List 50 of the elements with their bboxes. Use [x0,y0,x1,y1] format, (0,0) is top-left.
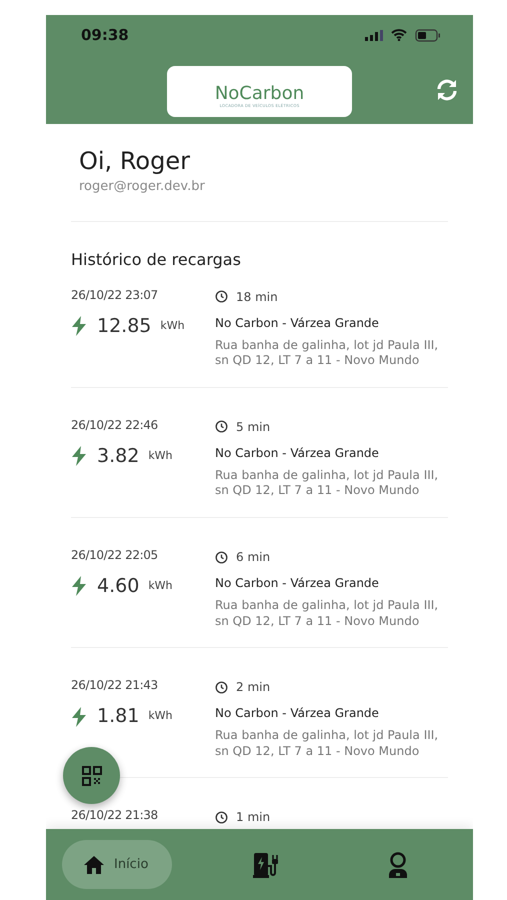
lightning-icon [71,446,87,466]
clock-icon [215,420,228,434]
station-address: Rua banha de galinha, lot jd Paula III, sn QD 12, LT 7 a 11 - Novo Mundo [215,338,440,369]
energy-value: 4.60 [97,574,140,600]
clock-icon [215,680,228,694]
charge-date: 26/10/22 21:43 [71,677,159,694]
station-address: Rua banha de galinha, lot jd Paula III, sn QD 12, LT 7 a 11 - Novo Mundo [215,598,440,630]
clock-icon [215,290,228,304]
charge-duration: 18 min [236,288,278,306]
charge-date: 26/10/22 22:46 [71,416,159,434]
clock-icon [215,810,228,824]
logo-name: NoCarbon [214,84,304,102]
user-email: roger@roger.dev.br [79,178,206,196]
user-icon [387,852,409,878]
station-name: No Carbon - Várzea Grande [215,314,380,332]
qr-code-icon [82,766,102,786]
wifi-icon [391,29,407,41]
section-title: Histórico de recargas [71,248,242,271]
lightning-icon [71,706,87,726]
charge-date: 26/10/22 23:07 [71,286,159,304]
refresh-icon [435,78,459,102]
energy-value: 3.82 [97,444,140,469]
charge-duration: 6 min [236,549,270,566]
station-address: Rua banha de galinha, lot jd Paula III, sn QD 12, LT 7 a 11 - Novo Mundo [215,728,440,760]
station-address: Rua banha de galinha, lot jd Paula III, sn QD 12, LT 7 a 11 - Novo Mundo [215,468,440,500]
charge-date: 26/10/22 22:05 [71,547,159,564]
home-tab[interactable]: Início [62,840,172,889]
lightning-icon [71,576,87,596]
clock-icon [215,550,228,564]
energy-unit: kWh [160,318,185,334]
energy-unit: kWh [148,578,173,594]
refresh-button[interactable] [435,77,459,102]
station-name: No Carbon - Várzea Grande [215,444,380,462]
lightning-icon [71,316,87,336]
home-icon [84,856,104,874]
charge-duration: 2 min [236,679,270,696]
energy-value: 12.85 [97,314,152,339]
qr-scan-button[interactable] [63,747,120,804]
battery-icon [415,28,441,42]
charge-duration: 5 min [236,418,270,436]
signal-icon [365,30,383,40]
energy-value: 1.81 [97,704,140,730]
charge-date: 26/10/22 21:38 [71,807,159,824]
charge-duration: 1 min [236,809,270,826]
station-name: No Carbon - Várzea Grande [215,575,380,592]
station-name: No Carbon - Várzea Grande [215,705,380,722]
status-time: 09:38 [81,24,129,46]
energy-unit: kWh [148,708,173,724]
energy-unit: kWh [148,448,173,464]
greeting-title: Oi, Roger [79,146,191,177]
